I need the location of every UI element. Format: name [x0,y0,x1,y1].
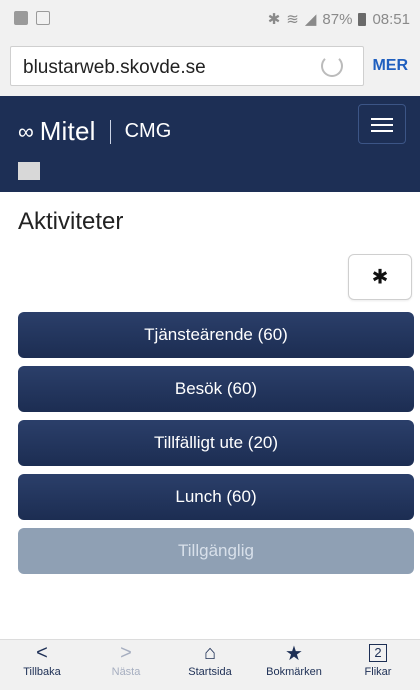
signal-icon: ◢ [304,11,317,28]
settings-button[interactable]: ✱ [348,254,412,300]
browser-toolbar: blustarweb.skovde.se MER [0,40,420,96]
home-icon: ⌂ [203,641,217,664]
nav-tabs-label: Flikar [364,666,392,678]
address-bar[interactable]: blustarweb.skovde.se [10,46,364,86]
status-right: ✱ ≋ ◢ 87% 08:51 [267,10,410,29]
tab-count: 2 [369,644,387,662]
logo-divider [109,119,111,144]
clock: 08:51 [372,10,410,28]
nav-back-label: Tillbaka [23,666,61,678]
product-name: CMG [124,120,172,142]
mitel-logo-icon: ∞ [18,118,34,144]
more-button[interactable]: MER [372,57,408,75]
brand-name: Mitel [39,116,96,146]
browser-bottom-nav: < Tillbaka > Nästa ⌂ Startsida ★ Bokmärk… [0,639,420,690]
battery-percent: 87% [322,10,353,28]
forward-arrow-icon: > [120,641,132,664]
battery-icon [358,12,367,26]
app-header: ∞ Mitel CMG [0,96,420,192]
activity-button-tjansteärende[interactable]: Tjänsteärende (60) [18,312,414,358]
status-left-icons [14,11,50,25]
reload-icon[interactable] [321,55,343,77]
bluetooth-icon: ✱ [267,11,281,28]
notification-icon [14,11,28,25]
url-text[interactable]: blustarweb.skovde.se [23,57,206,79]
back-arrow-icon: < [36,641,48,664]
nav-tabs[interactable]: 2 Flikar [338,640,418,678]
presence-status-indicator[interactable] [18,162,40,180]
bookmark-icon: ★ [285,642,303,665]
nav-bookmarks[interactable]: ★ Bokmärken [254,640,334,679]
nav-bookmarks-label: Bokmärken [266,666,322,678]
menu-button[interactable] [358,104,406,144]
status-bar: ✱ ≋ ◢ 87% 08:51 [0,0,420,40]
activity-button-besok[interactable]: Besök (60) [18,366,414,412]
activity-list: Tjänsteärende (60) Besök (60) Tillfällig… [18,312,414,582]
nav-forward-label: Nästa [111,666,141,678]
nav-back[interactable]: < Tillbaka [2,640,82,679]
activity-button-tillganglig[interactable]: Tillgänglig [18,528,414,574]
activity-button-lunch[interactable]: Lunch (60) [18,474,414,520]
gear-icon: ✱ [371,266,389,289]
nav-home-label: Startsida [188,666,232,678]
hamburger-icon [371,118,393,120]
wifi-icon: ≋ [286,11,299,28]
activity-button-tillfalligt-ute[interactable]: Tillfälligt ute (20) [18,420,414,466]
page-title: Aktiviteter [18,208,124,235]
nav-home[interactable]: ⌂ Startsida [170,640,250,679]
mitel-logo[interactable]: ∞ Mitel CMG [18,116,171,147]
tabs-icon: 2 [369,640,387,666]
message-icon [36,11,50,25]
nav-forward[interactable]: > Nästa [86,640,166,679]
